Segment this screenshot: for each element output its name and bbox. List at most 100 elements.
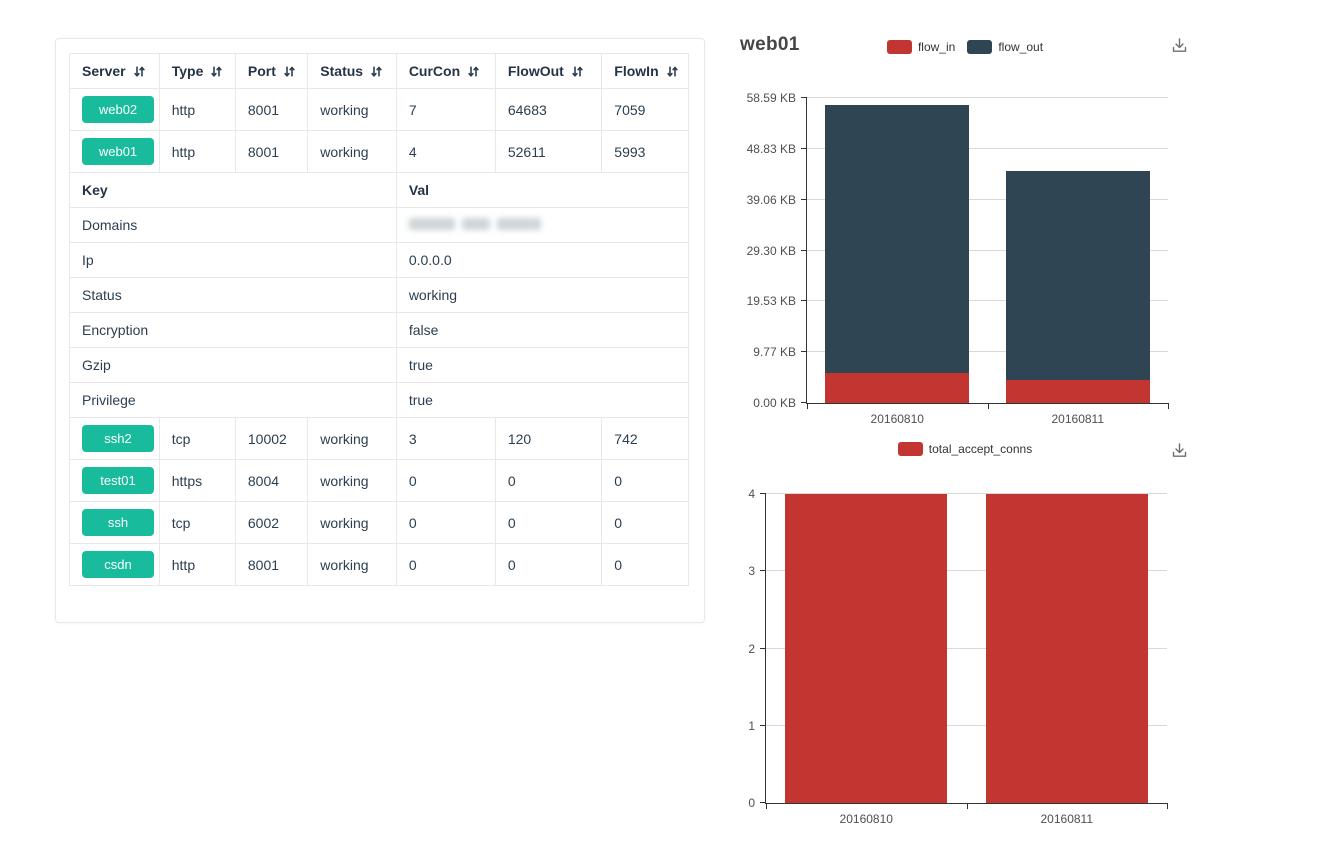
kv-rows: DomainsIp0.0.0.0StatusworkingEncryptionf… xyxy=(70,208,689,418)
cell-type: tcp xyxy=(159,502,235,544)
legend-swatch xyxy=(967,40,992,54)
table-row: ssh2tcp10002working3120742 xyxy=(70,418,689,460)
server-detail-card: ServerTypePortStatusCurConFlowOutFlowIn … xyxy=(55,38,705,623)
y-axis-tick xyxy=(801,97,807,98)
bar-total_accept_conns-20160811[interactable] xyxy=(986,494,1148,803)
server-badge[interactable]: ssh xyxy=(82,509,154,536)
sort-icon xyxy=(370,65,383,78)
bar-flow_out-20160811[interactable] xyxy=(1006,171,1150,380)
server-badge[interactable]: csdn xyxy=(82,551,154,578)
cell-type: tcp xyxy=(159,418,235,460)
bar-flow_in-20160810[interactable] xyxy=(825,373,969,403)
plot-area: 012342016081020160811 xyxy=(765,494,1167,804)
cell-flowin: 0 xyxy=(602,502,689,544)
y-axis-tick xyxy=(801,199,807,200)
cell-curcon: 7 xyxy=(396,89,495,131)
kv-key: Status xyxy=(70,278,397,313)
cell-flowout: 64683 xyxy=(495,89,601,131)
connections-chart: total_accept_conns 012342016081020160811 xyxy=(730,430,1200,842)
y-axis-label: 4 xyxy=(748,487,755,501)
column-label: Server xyxy=(82,63,126,79)
cell-port: 6002 xyxy=(235,502,307,544)
x-axis-tick xyxy=(967,803,968,809)
cell-server: test01 xyxy=(70,460,160,502)
x-axis-label: 20160811 xyxy=(1052,412,1105,426)
y-axis-tick xyxy=(801,300,807,301)
x-axis-label: 20160811 xyxy=(1041,812,1094,826)
y-axis-tick xyxy=(760,725,766,726)
server-badge[interactable]: ssh2 xyxy=(82,425,154,452)
table-header-row: Server Type Port Status CurCon FlowOut FlowIn xyxy=(70,54,689,89)
legend-item-flow_in[interactable]: flow_in xyxy=(887,40,955,54)
column-header-flowout[interactable]: FlowOut xyxy=(495,54,601,89)
kv-row: Domains xyxy=(70,208,689,243)
y-axis-label: 58.59 KB xyxy=(747,91,796,105)
kv-val: true xyxy=(396,348,688,383)
x-axis-tick xyxy=(1167,803,1168,809)
column-label: Type xyxy=(172,63,204,79)
server-badge[interactable]: web02 xyxy=(82,96,154,123)
flow-chart: web01 flow_inflow_out 0.00 KB9.77 KB19.5… xyxy=(730,20,1200,426)
cell-flowin: 742 xyxy=(602,418,689,460)
cell-type: http xyxy=(159,89,235,131)
column-header-type[interactable]: Type xyxy=(159,54,235,89)
legend-swatch xyxy=(887,40,912,54)
column-label: FlowOut xyxy=(508,63,564,79)
cell-curcon: 0 xyxy=(396,544,495,586)
kv-key: Gzip xyxy=(70,348,397,383)
y-axis-tick xyxy=(760,648,766,649)
cell-server: csdn xyxy=(70,544,160,586)
plot-area: 0.00 KB9.77 KB19.53 KB29.30 KB39.06 KB48… xyxy=(806,98,1168,404)
kv-row: Privilegetrue xyxy=(70,383,689,418)
cell-flowout: 0 xyxy=(495,460,601,502)
cell-server: ssh xyxy=(70,502,160,544)
kv-row: Ip0.0.0.0 xyxy=(70,243,689,278)
cell-type: https xyxy=(159,460,235,502)
save-as-image-icon[interactable] xyxy=(1169,36,1190,57)
cell-flowin: 5993 xyxy=(602,131,689,173)
y-axis-tick xyxy=(801,148,807,149)
column-header-status[interactable]: Status xyxy=(308,54,397,89)
column-label: Port xyxy=(248,63,276,79)
cell-server: web02 xyxy=(70,89,160,131)
cell-flowout: 52611 xyxy=(495,131,601,173)
x-axis-tick xyxy=(807,403,808,409)
y-axis-label: 3 xyxy=(748,564,755,578)
legend-label: flow_out xyxy=(998,40,1043,54)
kv-val xyxy=(396,208,688,243)
y-axis-label: 48.83 KB xyxy=(747,142,796,156)
y-axis-label: 0 xyxy=(748,796,755,810)
legend-swatch xyxy=(898,442,923,456)
kv-key: Encryption xyxy=(70,313,397,348)
chart-legend: flow_in flow_out xyxy=(730,40,1200,54)
x-axis-tick xyxy=(766,803,767,809)
bar-flow_out-20160810[interactable] xyxy=(825,105,969,372)
cell-flowin: 0 xyxy=(602,544,689,586)
y-axis-label: 39.06 KB xyxy=(747,193,796,207)
column-header-curcon[interactable]: CurCon xyxy=(396,54,495,89)
column-label: CurCon xyxy=(409,63,460,79)
cell-status: working xyxy=(308,418,397,460)
save-as-image-icon[interactable] xyxy=(1169,441,1190,462)
server-rows-bottom: ssh2tcp10002working3120742 test01https800… xyxy=(70,418,689,586)
bar-total_accept_conns-20160810[interactable] xyxy=(785,494,947,803)
bar-flow_in-20160811[interactable] xyxy=(1006,380,1150,403)
column-header-port[interactable]: Port xyxy=(235,54,307,89)
y-axis-tick xyxy=(760,570,766,571)
kv-key: Ip xyxy=(70,243,397,278)
redacted-domains-value xyxy=(409,217,541,231)
sort-icon xyxy=(283,65,296,78)
x-axis-label: 20160810 xyxy=(840,812,893,826)
column-header-flowin[interactable]: FlowIn xyxy=(602,54,689,89)
legend-item-flow_out[interactable]: flow_out xyxy=(967,40,1043,54)
kv-val: working xyxy=(396,278,688,313)
server-badge[interactable]: test01 xyxy=(82,467,154,494)
server-badge[interactable]: web01 xyxy=(82,138,154,165)
cell-port: 8001 xyxy=(235,544,307,586)
cell-port: 8001 xyxy=(235,89,307,131)
cell-flowout: 0 xyxy=(495,502,601,544)
legend-item-total_accept_conns[interactable]: total_accept_conns xyxy=(898,442,1032,456)
sort-icon xyxy=(467,65,480,78)
cell-status: working xyxy=(308,89,397,131)
column-header-server[interactable]: Server xyxy=(70,54,160,89)
